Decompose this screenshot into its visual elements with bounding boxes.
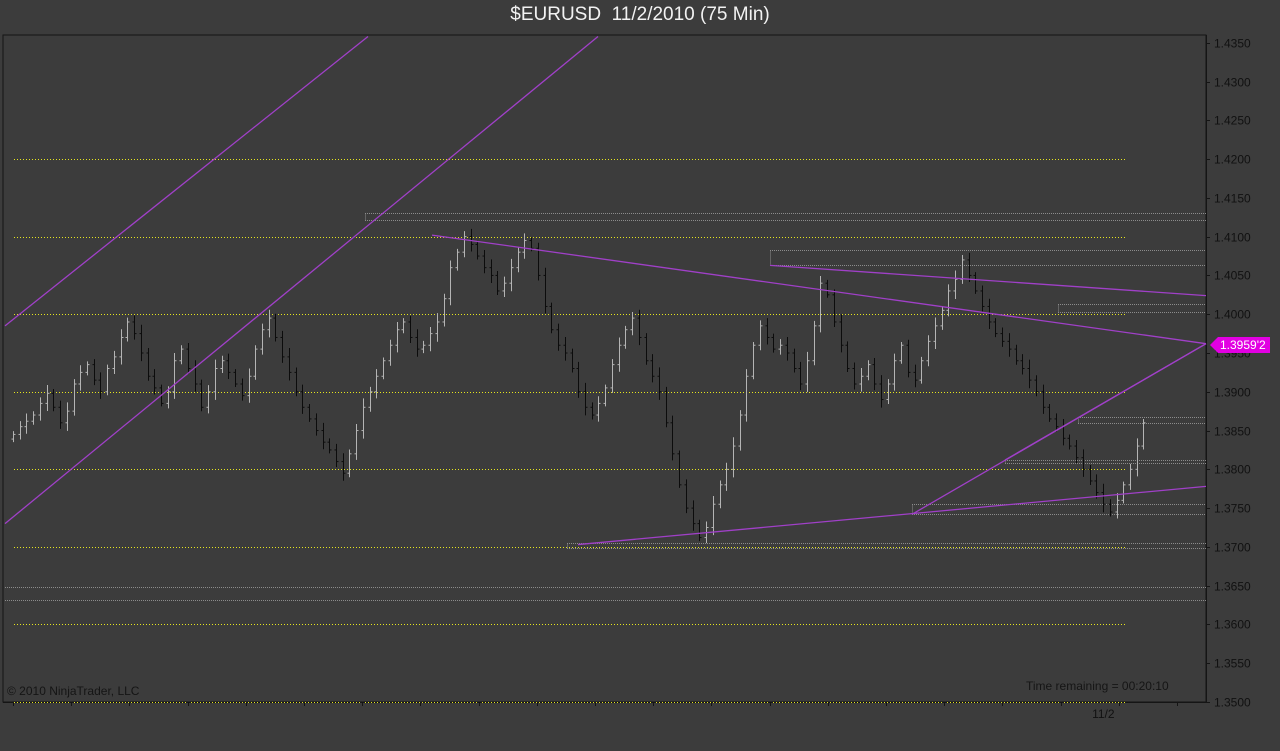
plot-area <box>2 34 1207 703</box>
time-tick-label: 11/2 <box>1092 707 1115 721</box>
copyright-text: © 2010 NinjaTrader, LLC <box>7 684 140 698</box>
last-price-badge: 1.3959'2 <box>1210 337 1270 353</box>
price-tick-label: 1.3600 <box>1214 618 1251 632</box>
price-tick-label: 1.4100 <box>1214 231 1251 245</box>
price-tick-label: 1.3900 <box>1214 386 1251 400</box>
price-tick-label: 1.4300 <box>1214 76 1251 90</box>
price-tick-label: 1.3700 <box>1214 541 1251 555</box>
price-tick-label: 1.3500 <box>1214 696 1251 710</box>
price-tick-label: 1.4150 <box>1214 192 1251 206</box>
price-tick-label: 1.4250 <box>1214 114 1251 128</box>
price-tick-label: 1.3850 <box>1214 425 1251 439</box>
price-tick-label: 1.3550 <box>1214 657 1251 671</box>
price-tick-label: 1.3800 <box>1214 463 1251 477</box>
price-axis: 1.3500 1.3550 1.3600 1.3650 1.3700 1.3750 1.38… <box>1206 37 1251 710</box>
price-tick-label: 1.4350 <box>1214 37 1251 51</box>
time-axis: 11/2 <box>13 702 1178 721</box>
price-chart[interactable]: 1.3500 1.3550 1.3600 1.3650 1.3700 1.3750 1.38… <box>0 0 1280 751</box>
time-remaining-text: Time remaining = 00:20:10 <box>1026 679 1169 693</box>
price-tick-label: 1.3750 <box>1214 502 1251 516</box>
price-tick-label: 1.4050 <box>1214 269 1251 283</box>
price-tick-label: 1.4000 <box>1214 308 1251 322</box>
price-tick-label: 1.4200 <box>1214 153 1251 167</box>
price-tick-label: 1.3650 <box>1214 580 1251 594</box>
